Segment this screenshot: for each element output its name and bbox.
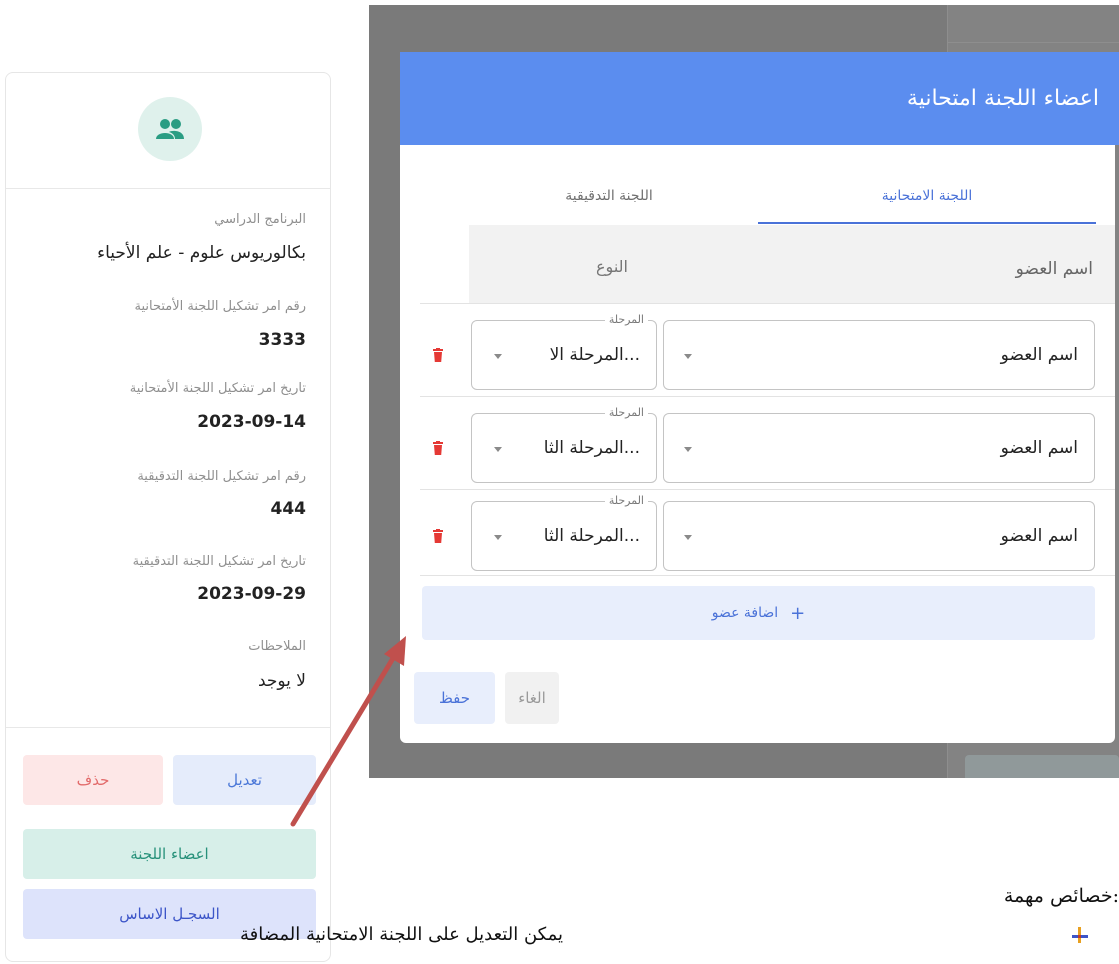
- field-value-program: بكالوريوس علوم - علم الأحياء: [97, 243, 306, 263]
- row-divider: [420, 303, 1115, 304]
- committee-members-button[interactable]: اعضاء اللجنة: [23, 829, 316, 879]
- annotation-arrow: [290, 636, 406, 827]
- chevron-down-icon: [494, 535, 502, 540]
- member-select[interactable]: اسم العضو: [663, 413, 1095, 483]
- doc-bullet-text: يمكن التعديل على اللجنة الامتحانية المضا…: [240, 924, 563, 945]
- chevron-down-icon: [684, 447, 692, 452]
- trash-icon[interactable]: [433, 529, 443, 543]
- stage-select[interactable]: المرحلة المرحلة الثا...: [471, 494, 657, 571]
- row-divider: [420, 489, 1115, 490]
- modal-title: اعضاء اللجنة امتحانية: [906, 86, 1099, 111]
- stage-select[interactable]: المرحلة المرحلة الثا...: [471, 406, 657, 483]
- field-label-exam-order-date: تاريخ امر تشكيل اللجنة الأمتحانية: [129, 381, 306, 396]
- add-member-button[interactable]: اضافة عضو +: [422, 586, 1095, 640]
- member-select-value: اسم العضو: [1000, 438, 1078, 458]
- committee-members-dialog: اللجنة الامتحانية اللجنة التدقيقية اسم ا…: [400, 145, 1115, 743]
- card-divider: [6, 188, 330, 189]
- tab-active-indicator: [758, 222, 1096, 224]
- trash-icon[interactable]: [433, 348, 443, 362]
- stage-select-value: المرحلة الثا...: [543, 526, 640, 546]
- backdrop-button-stub: [965, 755, 1119, 778]
- save-button[interactable]: حفظ: [414, 672, 495, 724]
- field-label-program: البرنامج الدراسي: [214, 212, 306, 227]
- backdrop-divider: [948, 42, 1119, 43]
- doc-heading: خصائص مهمة:: [1003, 885, 1119, 907]
- arrow-bullet-icon: [1072, 927, 1088, 943]
- field-value-exam-order-date: 2023-09-14: [197, 412, 306, 432]
- chevron-down-icon: [494, 447, 502, 452]
- row-divider: [420, 575, 1115, 576]
- member-select-value: اسم العضو: [1000, 526, 1078, 546]
- tab-audit-committee[interactable]: اللجنة التدقيقية: [460, 188, 758, 204]
- chevron-down-icon: [684, 354, 692, 359]
- stage-select[interactable]: المرحلة المرحلة الا...: [471, 313, 657, 390]
- field-value-audit-order-number: 444: [270, 499, 307, 519]
- column-header-type: النوع: [596, 257, 628, 276]
- plus-icon: +: [790, 602, 806, 624]
- add-member-label: اضافة عضو: [711, 605, 779, 621]
- row-divider: [420, 396, 1115, 397]
- field-value-exam-order-number: 3333: [258, 330, 306, 350]
- member-select[interactable]: اسم العضو: [663, 501, 1095, 571]
- stage-select-value: المرحلة الثا...: [543, 438, 640, 458]
- chevron-down-icon: [494, 354, 502, 359]
- column-header-member: اسم العضو: [1015, 259, 1093, 279]
- stage-select-label: المرحلة: [604, 494, 648, 507]
- field-value-audit-order-date: 2023-09-29: [197, 584, 306, 604]
- users-icon: [138, 97, 202, 161]
- stage-select-label: المرحلة: [604, 406, 648, 419]
- member-select[interactable]: اسم العضو: [663, 320, 1095, 390]
- stage-select-value: المرحلة الا...: [549, 345, 640, 365]
- cancel-button[interactable]: الغاء: [505, 672, 559, 724]
- field-label-audit-order-number: رقم امر تشكيل اللجنة التدقيقية: [137, 469, 306, 484]
- delete-button[interactable]: حذف: [23, 755, 163, 805]
- member-select-value: اسم العضو: [1000, 345, 1078, 365]
- field-label-exam-order-number: رقم امر تشكيل اللجنة الأمتحانية: [134, 299, 306, 314]
- field-label-audit-order-date: تاريخ امر تشكيل اللجنة التدقيقية: [132, 554, 306, 569]
- trash-icon[interactable]: [433, 441, 443, 455]
- chevron-down-icon: [684, 535, 692, 540]
- stage-select-label: المرحلة: [604, 313, 648, 326]
- tab-exam-committee[interactable]: اللجنة الامتحانية: [758, 188, 1096, 204]
